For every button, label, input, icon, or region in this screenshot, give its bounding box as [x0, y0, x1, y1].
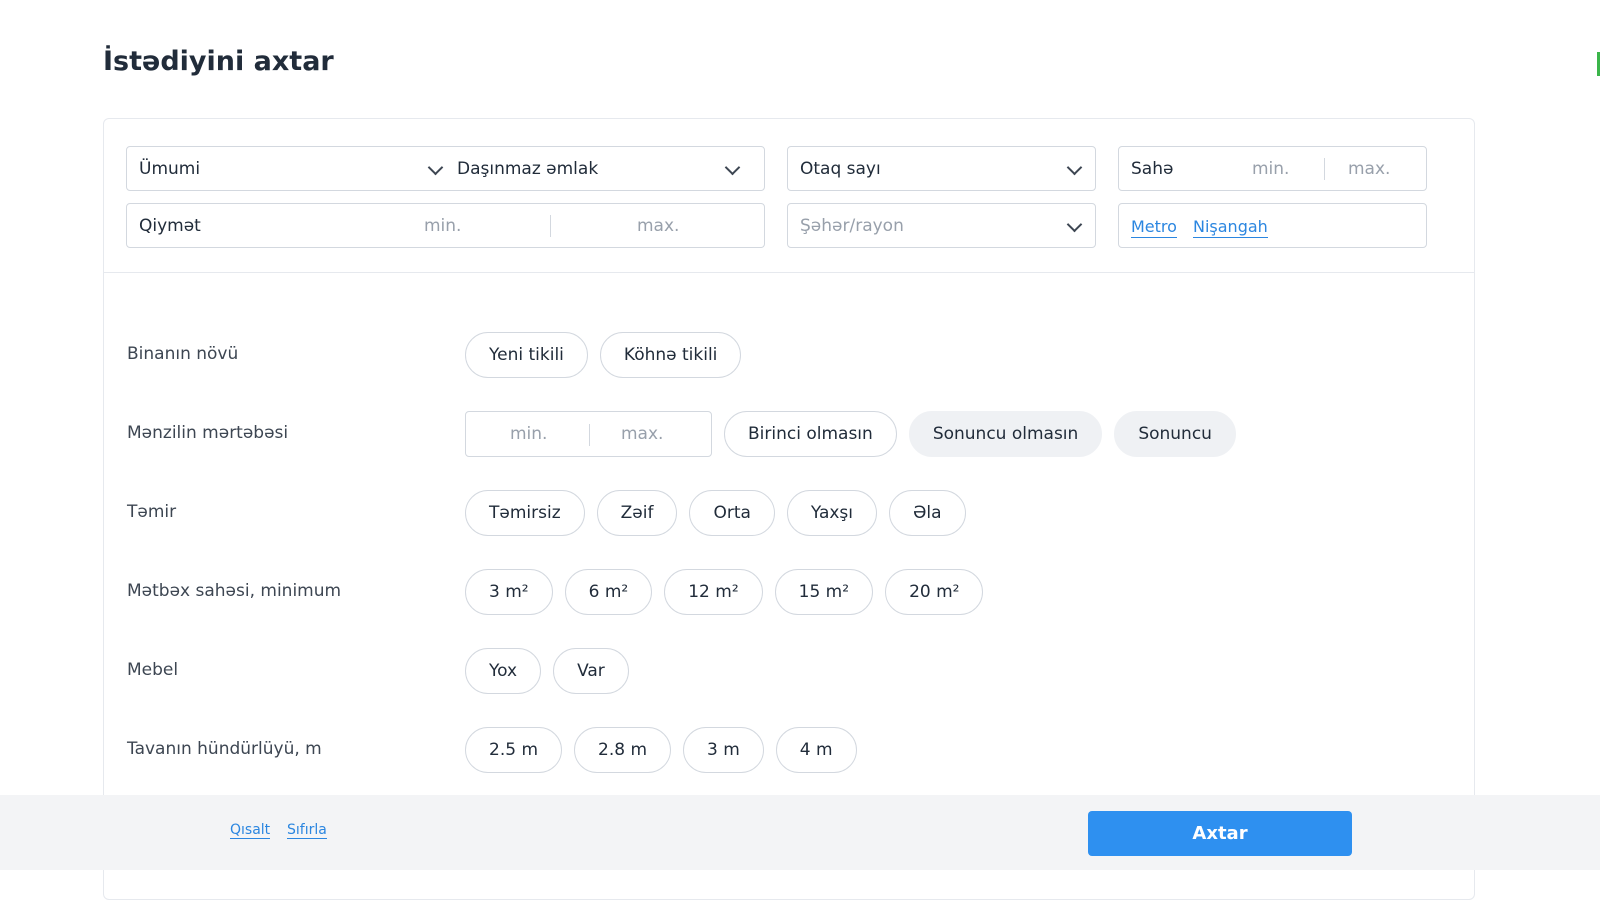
range-divider [589, 424, 590, 446]
property-type-value: Daşınmaz əmlak [457, 159, 599, 179]
footer-bar: Qısalt Sıfırla Axtar [0, 795, 1600, 870]
chevron-down-icon[interactable] [724, 159, 741, 176]
rooms-select[interactable]: Otaq sayı [787, 146, 1096, 191]
category-value: Ümumi [139, 159, 201, 179]
filter-label: Mətbəx sahəsi, minimum [127, 581, 342, 601]
location-links: Metro Nişangah [1118, 203, 1427, 248]
filter-row-furniture: Mebel Yox Var [104, 648, 1474, 694]
filter-row-repair: Təmir Təmirsiz Zəif Orta Yaxşı Əla [104, 490, 1474, 536]
search-card: Ümumi Daşınmaz əmlak Otaq sayı Sahə min.… [103, 118, 1475, 900]
chip-old-building[interactable]: Köhnə tikili [599, 332, 742, 378]
chip-kitchen-6[interactable]: 6 m² [564, 569, 653, 615]
main-search-fields: Ümumi Daşınmaz əmlak Otaq sayı Sahə min.… [104, 119, 1474, 273]
chip-new-building[interactable]: Yeni tikili [465, 332, 588, 378]
area-range[interactable]: Sahə min. max. [1118, 146, 1427, 191]
area-label: Sahə [1131, 159, 1174, 179]
city-select[interactable]: Şəhər/rayon [787, 203, 1096, 248]
rooms-value: Otaq sayı [800, 159, 881, 179]
filter-label: Təmir [127, 502, 177, 522]
chip-kitchen-12[interactable]: 12 m² [664, 569, 763, 615]
chip-furniture-yes[interactable]: Var [553, 648, 629, 694]
chip-repair-poor[interactable]: Zəif [596, 490, 678, 536]
chip-ceiling-4[interactable]: 4 m [775, 727, 857, 773]
filter-label: Tavanın hündürlüyü, m [127, 739, 322, 759]
price-range[interactable]: Qiymət min. max. [126, 203, 765, 248]
area-max-input[interactable]: max. [1348, 159, 1390, 179]
chip-not-last[interactable]: Sonuncu olmasın [908, 411, 1103, 457]
chevron-down-icon[interactable] [427, 159, 444, 176]
floor-range[interactable]: min. max. [465, 411, 712, 457]
chip-not-first[interactable]: Birinci olmasın [724, 411, 897, 457]
price-max-input[interactable]: max. [637, 216, 679, 236]
collapse-link[interactable]: Qısalt [230, 822, 271, 839]
floor-min-input[interactable]: min. [510, 424, 547, 444]
area-min-input[interactable]: min. [1252, 159, 1289, 179]
chip-ceiling-2-5[interactable]: 2.5 m [465, 727, 562, 773]
page-title: İstədiyini axtar [103, 46, 334, 77]
range-divider [550, 215, 551, 237]
city-placeholder: Şəhər/rayon [800, 216, 904, 236]
filter-label: Mənzilin mərtəbəsi [127, 423, 289, 443]
chip-ceiling-2-8[interactable]: 2.8 m [574, 727, 671, 773]
filter-row-floor: Mənzilin mərtəbəsi min. max. Birinci olm… [104, 411, 1474, 457]
chip-furniture-no[interactable]: Yox [465, 648, 542, 694]
filter-label: Mebel [127, 660, 179, 680]
chip-ceiling-3[interactable]: 3 m [683, 727, 764, 773]
category-type-select[interactable]: Ümumi Daşınmaz əmlak [126, 146, 765, 191]
chip-repair-average[interactable]: Orta [689, 490, 775, 536]
chip-kitchen-20[interactable]: 20 m² [885, 569, 984, 615]
chevron-down-icon[interactable] [1066, 159, 1083, 176]
chip-kitchen-15[interactable]: 15 m² [774, 569, 874, 615]
metro-link[interactable]: Metro [1131, 217, 1177, 238]
range-divider [1324, 158, 1325, 180]
price-label: Qiymət [139, 216, 201, 236]
landmark-link[interactable]: Nişangah [1193, 217, 1268, 238]
chip-last[interactable]: Sonuncu [1114, 411, 1236, 457]
reset-link[interactable]: Sıfırla [287, 822, 327, 839]
filter-row-ceiling: Tavanın hündürlüyü, m 2.5 m 2.8 m 3 m 4 … [104, 727, 1474, 773]
price-min-input[interactable]: min. [424, 216, 461, 236]
chip-kitchen-3[interactable]: 3 m² [465, 569, 553, 615]
search-button[interactable]: Axtar [1088, 811, 1352, 856]
filter-label: Binanın növü [127, 344, 239, 364]
filter-row-building-type: Binanın növü Yeni tikili Köhnə tikili [104, 332, 1474, 378]
chip-repair-excellent[interactable]: Əla [889, 490, 966, 536]
chevron-down-icon[interactable] [1066, 216, 1083, 233]
chip-repair-none[interactable]: Təmirsiz [465, 490, 585, 536]
filter-row-kitchen: Mətbəx sahəsi, minimum 3 m² 6 m² 12 m² 1… [104, 569, 1474, 615]
chip-repair-good[interactable]: Yaxşı [786, 490, 878, 536]
floor-max-input[interactable]: max. [621, 424, 663, 444]
